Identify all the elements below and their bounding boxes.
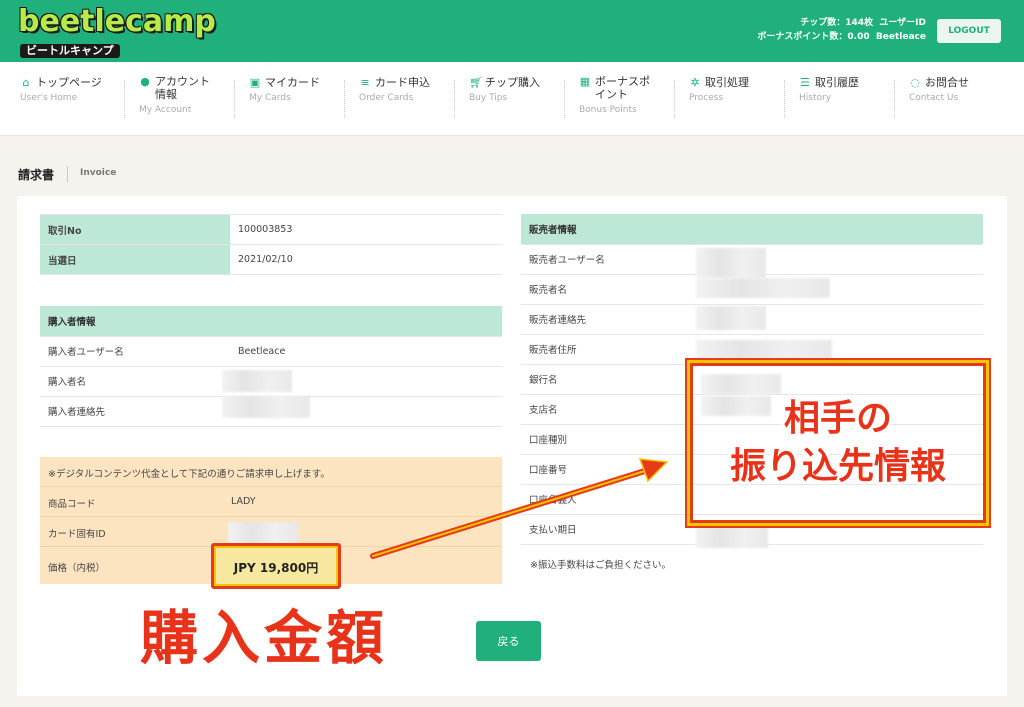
- purchase-amount-callout: 購入金額: [140, 604, 389, 672]
- back-button[interactable]: 戻る: [476, 621, 541, 661]
- annotation-arrow: [370, 458, 669, 559]
